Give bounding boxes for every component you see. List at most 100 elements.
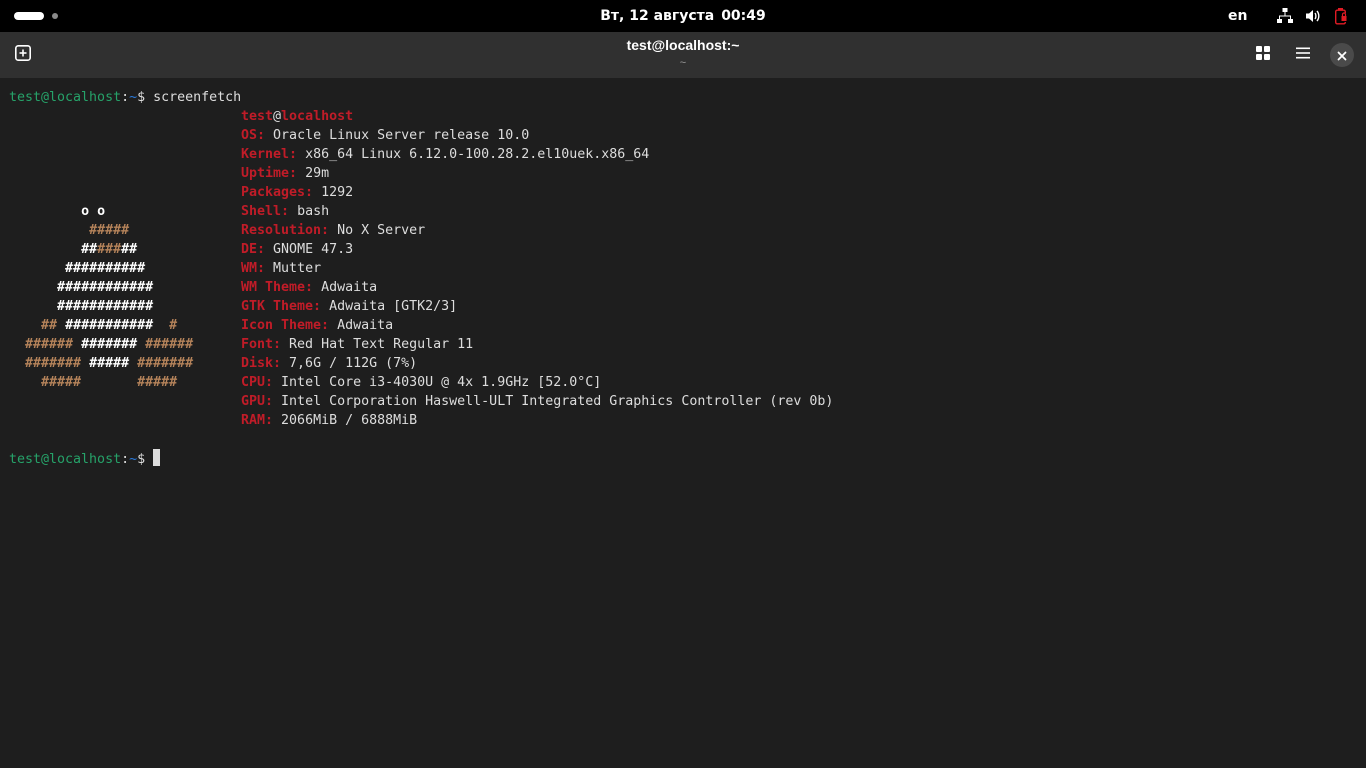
- hamburger-menu-icon: [1295, 45, 1311, 65]
- ascii-logo-segment: [129, 356, 137, 371]
- ascii-logo-row: ############: [9, 278, 153, 297]
- info-header-user: test: [241, 109, 274, 124]
- info-label: Disk:: [241, 356, 282, 371]
- info-separator: [313, 280, 321, 295]
- prompt-colon: :: [121, 90, 130, 105]
- battery-icon: [1332, 7, 1350, 25]
- info-value: Mutter: [273, 261, 322, 276]
- prompt-dollar: $: [137, 452, 154, 467]
- info-label: Shell:: [241, 204, 290, 219]
- info-line: Resolution: No X Server: [241, 221, 425, 240]
- info-value: Oracle Linux Server release 10.0: [273, 128, 530, 143]
- ascii-logo-segment: [9, 337, 25, 352]
- ascii-logo-segment: [9, 204, 81, 219]
- ascii-logo-segment: ###########: [65, 318, 154, 333]
- info-value: 7,6G / 112G (7%): [289, 356, 418, 371]
- info-value: GNOME 47.3: [273, 242, 354, 257]
- info-separator: [297, 166, 305, 181]
- ascii-logo-segment: #######: [81, 337, 138, 352]
- ascii-logo-segment: #: [169, 318, 178, 333]
- info-value: 29m: [305, 166, 330, 181]
- info-line: WM Theme: Adwaita: [241, 278, 377, 297]
- active-prompt-line[interactable]: test@localhost:~$: [9, 449, 161, 468]
- info-separator: [281, 337, 289, 352]
- info-header: test@localhost: [241, 107, 353, 126]
- info-separator: [281, 356, 289, 371]
- info-line: DE: GNOME 47.3: [241, 240, 353, 259]
- info-separator: [265, 261, 273, 276]
- info-label: OS:: [241, 128, 266, 143]
- ascii-logo-segment: [137, 337, 145, 352]
- ascii-logo-segment: [57, 318, 65, 333]
- ascii-logo-segment: #######: [25, 356, 82, 371]
- info-header-host: localhost: [281, 109, 354, 124]
- info-value: Intel Core i3-4030U @ 4x 1.9GHz [52.0°C]: [281, 375, 602, 390]
- info-separator: [273, 413, 281, 428]
- info-line: GTK Theme: Adwaita [GTK2/3]: [241, 297, 457, 316]
- ascii-logo-segment: [81, 375, 137, 390]
- info-line: CPU: Intel Core i3-4030U @ 4x 1.9GHz [52…: [241, 373, 601, 392]
- ascii-logo-segment: [9, 223, 89, 238]
- info-label: Resolution:: [241, 223, 330, 238]
- info-separator: [265, 242, 273, 257]
- ascii-logo-segment: [9, 280, 57, 295]
- info-value: No X Server: [337, 223, 426, 238]
- ascii-logo-segment: [9, 318, 41, 333]
- info-label: CPU:: [241, 375, 274, 390]
- info-value: Intel Corporation Haswell-ULT Integrated…: [281, 394, 834, 409]
- prompt-user-host: test@localhost: [9, 452, 122, 467]
- info-separator: [289, 204, 297, 219]
- info-value: Red Hat Text Regular 11: [289, 337, 474, 352]
- ascii-logo-segment: ###: [97, 242, 122, 257]
- system-status-menu[interactable]: [1276, 7, 1350, 25]
- info-line: Icon Theme: Adwaita: [241, 316, 393, 335]
- ascii-logo-segment: o o: [81, 204, 106, 219]
- info-line: Disk: 7,6G / 112G (7%): [241, 354, 417, 373]
- info-separator: [297, 147, 305, 162]
- main-menu-button[interactable]: [1287, 39, 1319, 71]
- info-label: Uptime:: [241, 166, 298, 181]
- info-line: OS: Oracle Linux Server release 10.0: [241, 126, 529, 145]
- ascii-logo-row: ###### ####### ######: [9, 335, 193, 354]
- info-separator: [329, 223, 337, 238]
- info-line: Kernel: x86_64 Linux 6.12.0-100.28.2.el1…: [241, 145, 649, 164]
- info-label: GPU:: [241, 394, 274, 409]
- window-title: test@localhost:~: [626, 37, 740, 53]
- gnome-top-bar: Вт, 12 августа 00:49 en: [0, 0, 1366, 32]
- terminal-view[interactable]: test@localhost:~$ screenfetch o o ##### …: [0, 78, 1366, 768]
- date-time-button[interactable]: Вт, 12 августа 00:49: [0, 0, 1366, 32]
- ascii-logo-segment: ############: [57, 280, 154, 295]
- ascii-logo-segment: ############: [57, 299, 154, 314]
- keyboard-layout-indicator[interactable]: en: [1228, 0, 1247, 32]
- info-value: Adwaita: [321, 280, 378, 295]
- info-separator: [313, 185, 321, 200]
- info-label: RAM:: [241, 413, 274, 428]
- ascii-logo-segment: [9, 242, 81, 257]
- info-line: GPU: Intel Corporation Haswell-ULT Integ…: [241, 392, 833, 411]
- ascii-logo-segment: #####: [89, 223, 130, 238]
- info-separator: [329, 318, 337, 333]
- info-value: 2066MiB / 6888MiB: [281, 413, 418, 428]
- info-line: Uptime: 29m: [241, 164, 329, 183]
- ascii-logo-segment: [9, 375, 41, 390]
- ascii-logo-row: #######: [9, 240, 137, 259]
- ascii-logo-segment: ######: [25, 337, 74, 352]
- ascii-logo-row: ##########: [9, 259, 145, 278]
- info-value: bash: [297, 204, 330, 219]
- info-label: WM Theme:: [241, 280, 314, 295]
- ascii-logo-segment: [81, 356, 89, 371]
- info-label: Packages:: [241, 185, 314, 200]
- info-label: WM:: [241, 261, 266, 276]
- ascii-logo-segment: ######: [145, 337, 194, 352]
- ascii-logo-segment: #####: [137, 375, 178, 390]
- prompt-colon: :: [121, 452, 130, 467]
- close-window-button[interactable]: [1330, 43, 1354, 67]
- info-line: RAM: 2066MiB / 6888MiB: [241, 411, 417, 430]
- command-text: screenfetch: [153, 90, 242, 105]
- tab-overview-button[interactable]: [1247, 39, 1279, 71]
- info-label: Font:: [241, 337, 282, 352]
- ascii-logo-row: o o: [9, 202, 105, 221]
- info-line: Font: Red Hat Text Regular 11: [241, 335, 473, 354]
- info-label: GTK Theme:: [241, 299, 322, 314]
- ascii-logo-row: ##### #####: [9, 373, 177, 392]
